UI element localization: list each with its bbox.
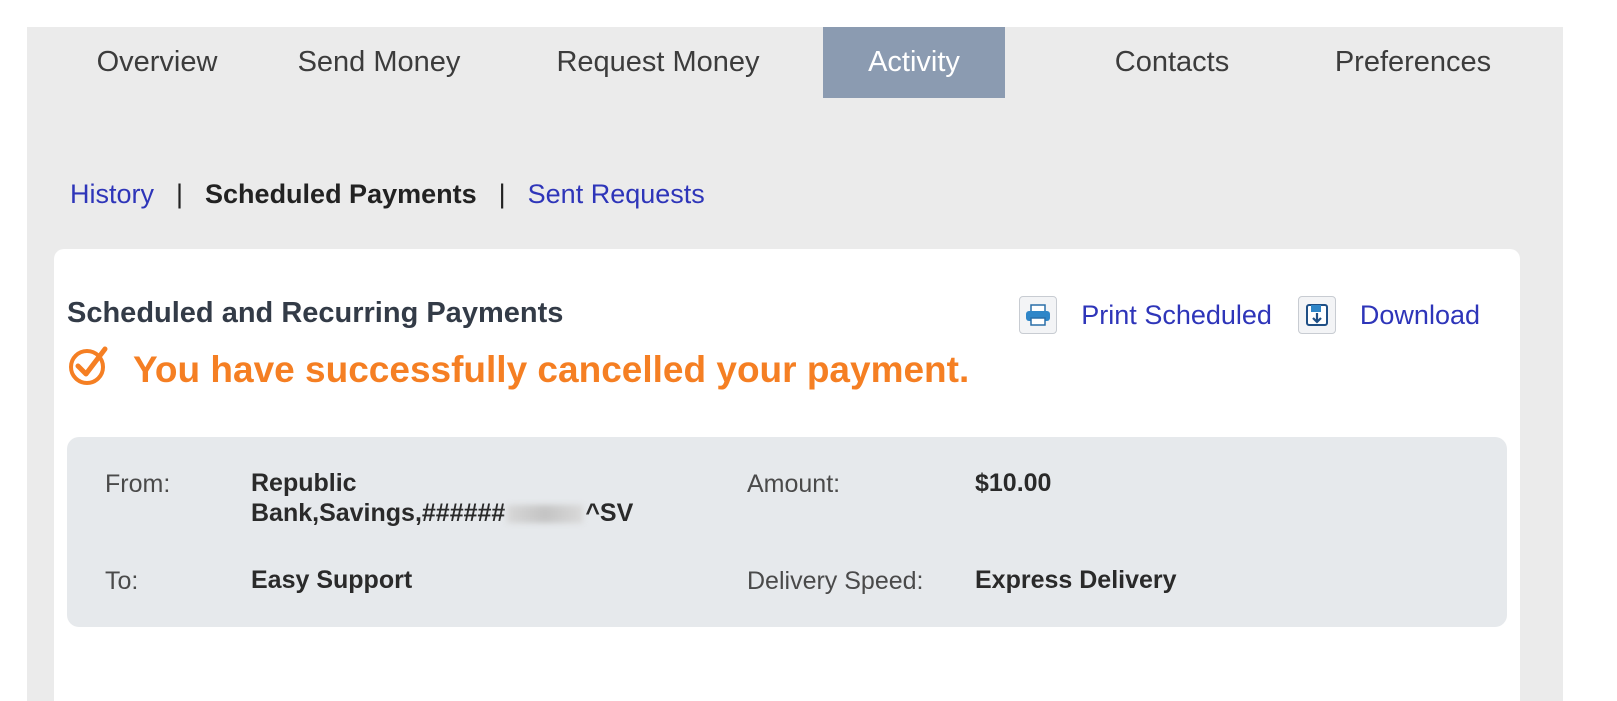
amount-label: Amount: [747,470,841,498]
printer-icon[interactable] [1019,296,1058,334]
panel-title: Scheduled and Recurring Payments [67,297,564,329]
from-account-suffix: ^SV [585,499,634,527]
to-label: To: [105,567,139,595]
sub-navigation: History | Scheduled Payments | Sent Requests [70,179,705,210]
delivery-speed-label: Delivery Speed: [747,567,924,595]
tab-send-money[interactable]: Send Money [279,27,479,98]
subnav-separator: | [498,179,506,209]
from-label: From: [105,470,171,498]
panel-actions: Print Scheduled Download [1019,296,1480,334]
tab-overview[interactable]: Overview [67,27,247,98]
success-text: You have successfully cancelled your pay… [133,348,970,390]
from-account-line1: Republic [251,469,357,497]
print-scheduled-link[interactable]: Print Scheduled [1081,300,1272,331]
app-frame: Overview Send Money Request Money Activi… [27,27,1563,701]
payment-details: From: Republic Bank,Savings,###### ^SV Am… [67,437,1507,627]
delivery-speed-value: Express Delivery [975,566,1177,594]
download-icon[interactable] [1297,296,1336,334]
subnav-separator: | [176,179,184,209]
redacted-digits [507,505,584,524]
to-value: Easy Support [251,566,413,594]
check-circle-icon [67,344,109,395]
tab-preferences[interactable]: Preferences [1303,27,1523,98]
success-message: You have successfully cancelled your pay… [67,344,969,395]
subnav-sent-requests-link[interactable]: Sent Requests [528,179,705,209]
subnav-scheduled-payments: Scheduled Payments [205,179,477,209]
scheduled-payments-panel: Scheduled and Recurring Payments Print S… [54,249,1520,701]
top-navigation: Overview Send Money Request Money Activi… [27,27,1563,98]
from-account-masked: Bank,Savings,###### [251,499,506,527]
download-link[interactable]: Download [1360,300,1480,331]
tab-contacts[interactable]: Contacts [1087,27,1257,98]
from-account-line2: Bank,Savings,###### ^SV [251,498,633,528]
subnav-history-link[interactable]: History [70,179,154,209]
tab-request-money[interactable]: Request Money [537,27,779,98]
tab-activity[interactable]: Activity [823,27,1005,98]
from-account: Republic Bank,Savings,###### ^SV [251,468,633,528]
amount-value: $10.00 [975,469,1052,497]
